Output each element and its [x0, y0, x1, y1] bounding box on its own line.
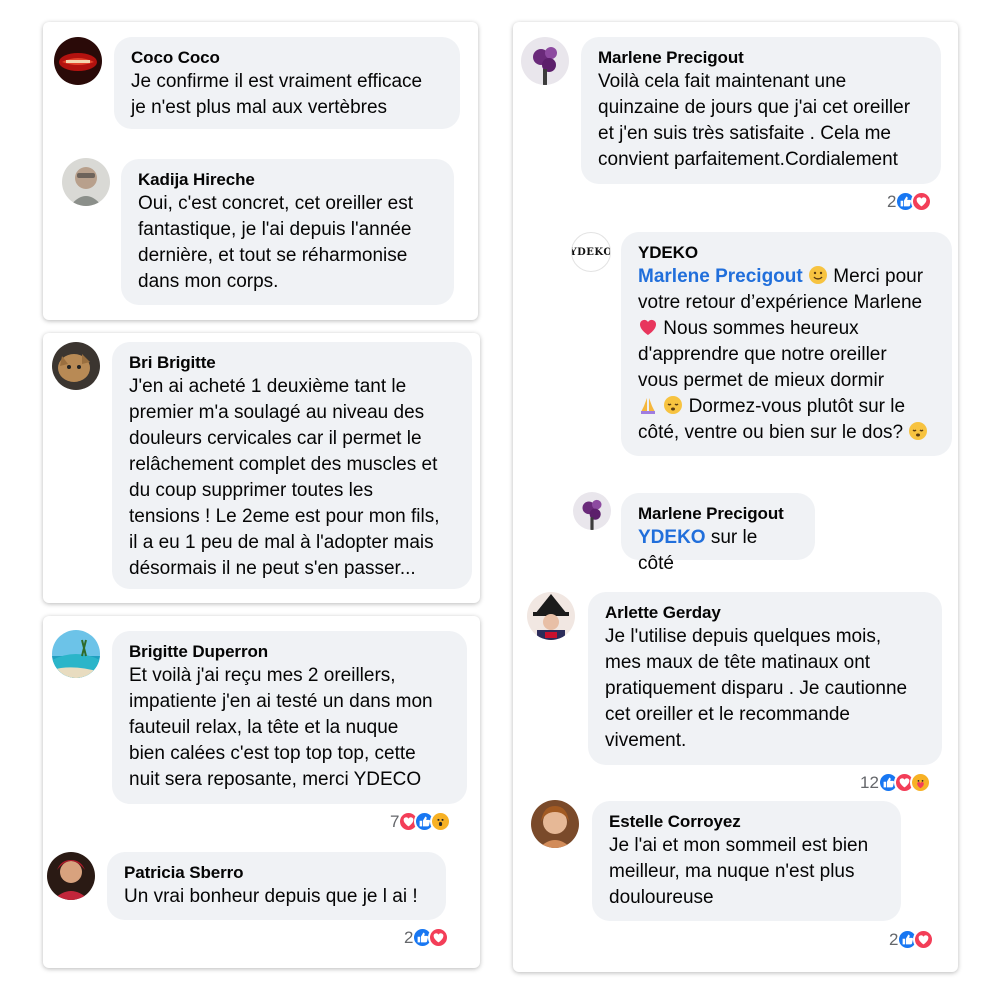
comment-bubble: Bri Brigitte J'en ai acheté 1 deuxième t… [112, 342, 472, 589]
comment-author[interactable]: Marlene Precigout [598, 47, 924, 69]
avatar[interactable] [47, 852, 95, 900]
comment-bubble: Estelle Corroyez Je l'ai et mon sommeil … [592, 801, 901, 921]
comment-bubble: YDEKO Marlene Precigout Merci pour votre… [621, 232, 952, 456]
comment-text: Marlene Precigout Merci pour votre retou… [638, 264, 940, 446]
comment-bubble: Brigitte Duperron Et voilà j'ai reçu mes… [112, 631, 467, 804]
avatar[interactable] [62, 158, 110, 206]
comment-author[interactable]: Brigitte Duperron [129, 641, 450, 663]
reactions-summary[interactable]: 2 [889, 929, 935, 950]
reactions-summary[interactable]: 7 [390, 811, 452, 832]
mention-link[interactable]: Marlene Precigout [638, 266, 803, 287]
comment-author[interactable]: Kadija Hireche [138, 169, 437, 191]
heart-emoji-icon [639, 319, 657, 335]
comment-author[interactable]: Patricia Sberro [124, 862, 429, 884]
comment-author[interactable]: Coco Coco [131, 47, 443, 69]
reaction-count: 12 [860, 772, 879, 792]
comment-bubble: Kadija Hireche Oui, c'est concret, cet o… [121, 159, 454, 305]
avatar[interactable] [531, 800, 579, 848]
comment-text: Un vrai bonheur depuis que je l ai ! [124, 886, 418, 907]
comment-author[interactable]: YDEKO [638, 242, 940, 264]
avatar[interactable] [52, 630, 100, 678]
comment-text: Je l'ai et mon sommeil est bien meilleur… [609, 835, 869, 908]
comment-text: Et voilà j'ai reçu mes 2 oreillers, impa… [129, 665, 433, 790]
comment-text: Voilà cela fait maintenant une quinzaine… [598, 71, 911, 170]
heart-icon [428, 927, 450, 948]
comment-author[interactable]: Bri Brigitte [129, 352, 455, 374]
comment-text: YDEKO sur le côté [638, 525, 798, 577]
wow-icon [430, 811, 452, 832]
care-icon [909, 772, 931, 793]
comment-text-part: d'apprendre que notre oreiller [638, 344, 887, 365]
sleeping-face-emoji-icon [909, 422, 928, 440]
comment-text-part: Merci pour [833, 266, 924, 287]
comment-bubble: Coco Coco Je confirme il est vraiment ef… [114, 37, 460, 129]
comment-author[interactable]: Estelle Corroyez [609, 811, 884, 833]
comment-author[interactable]: Arlette Gerday [605, 602, 925, 624]
comment-text-part: vous permet de mieux dormir [638, 370, 885, 391]
comment-text-part: votre retour d’expérience Marlene [638, 292, 923, 313]
avatar[interactable] [52, 342, 100, 390]
praying-hands-emoji-icon [641, 398, 655, 414]
comment-bubble: Patricia Sberro Un vrai bonheur depuis q… [107, 852, 446, 920]
heart-icon [911, 191, 933, 212]
comment-bubble: Marlene Precigout Voilà cela fait mainte… [581, 37, 941, 184]
reactions-summary[interactable]: 2 [404, 927, 450, 948]
heart-icon [913, 929, 935, 950]
sleeping-face-emoji-icon [664, 396, 683, 414]
smile-emoji-icon [809, 266, 827, 284]
comment-bubble: Arlette Gerday Je l'utilise depuis quelq… [588, 592, 942, 765]
comment-text: Je confirme il est vraiment efficace je … [131, 71, 423, 118]
comment-text: J'en ai acheté 1 deuxième tant le premie… [129, 376, 440, 579]
avatar[interactable] [573, 492, 611, 530]
comment-text-part: Nous sommes heureux [663, 318, 859, 339]
avatar[interactable] [521, 37, 569, 85]
avatar[interactable] [54, 37, 102, 85]
comment-text-part: côté, ventre ou bien sur le dos? [638, 422, 904, 443]
comment-author[interactable]: Marlene Precigout [638, 503, 798, 525]
comment-bubble: Marlene Precigout YDEKO sur le côté [621, 493, 815, 574]
reactions-summary[interactable]: 2 [887, 191, 933, 212]
avatar[interactable] [527, 592, 575, 640]
comment-text: Oui, c'est concret, cet oreiller est fan… [138, 193, 414, 292]
avatar[interactable]: YDEKO [571, 232, 611, 272]
avatar-logo-text: YDEKO [571, 246, 611, 258]
comment-text-part: Dormez-vous plutôt sur le [688, 396, 906, 417]
comment-text: Je l'utilise depuis quelques mois, mes m… [605, 626, 908, 751]
reactions-summary[interactable]: 12 [860, 772, 931, 793]
mention-link[interactable]: YDEKO [638, 527, 706, 548]
